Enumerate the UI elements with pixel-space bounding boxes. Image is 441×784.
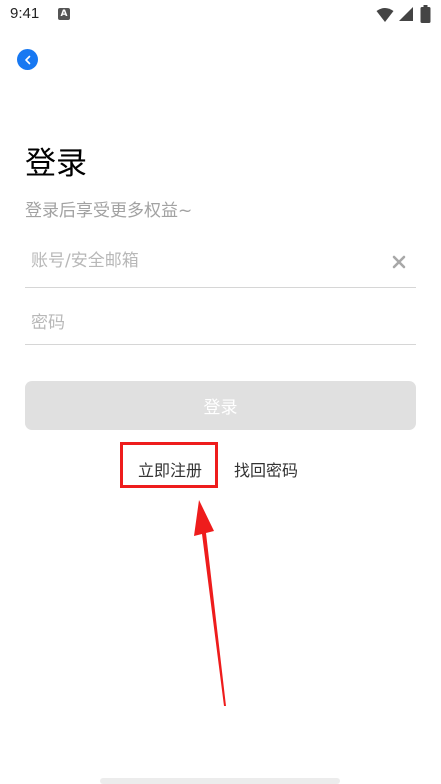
page-title: 登录	[25, 146, 87, 182]
account-field	[25, 242, 416, 288]
back-button[interactable]	[17, 49, 38, 70]
register-link[interactable]: 立即注册	[138, 457, 202, 481]
battery-icon	[420, 5, 431, 27]
password-input[interactable]	[25, 304, 371, 342]
password-field	[25, 304, 416, 345]
close-icon[interactable]	[392, 254, 406, 273]
account-input[interactable]	[25, 242, 371, 280]
chevron-left-icon	[23, 55, 33, 65]
page-subtitle: 登录后享受更多权益~	[25, 201, 193, 221]
gesture-bar	[100, 778, 340, 784]
login-button[interactable]: 登录	[25, 381, 416, 430]
notification-letter-icon: A	[58, 8, 70, 20]
forgot-password-link[interactable]: 找回密码	[234, 457, 298, 481]
signal-icon	[398, 6, 414, 26]
status-time: 9:41	[10, 5, 40, 22]
wifi-icon	[376, 7, 394, 27]
status-bar: 9:41 A	[0, 0, 441, 30]
